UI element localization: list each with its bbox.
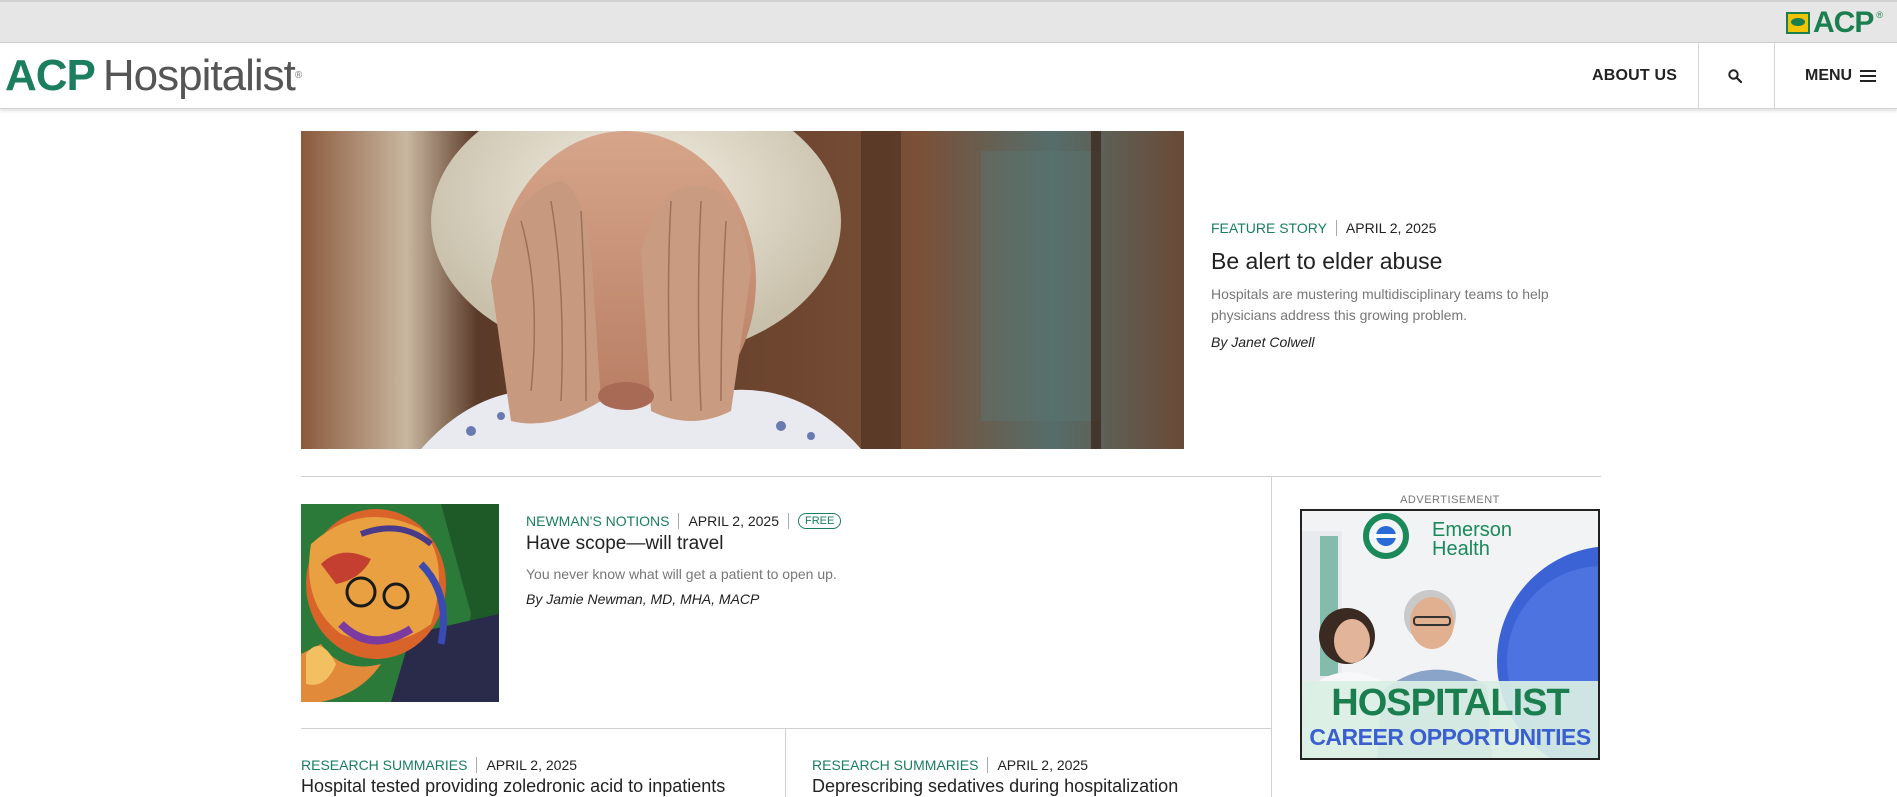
hero-title-link[interactable]: Be alert to elder abuse bbox=[1211, 246, 1601, 276]
acp-top-logo-text: ACP bbox=[1813, 6, 1874, 39]
research-category-link[interactable]: RESEARCH SUMMARIES bbox=[301, 757, 467, 773]
ad-brand: Emerson Health bbox=[1432, 520, 1512, 560]
meta-separator bbox=[1335, 220, 1337, 236]
research-category-link[interactable]: RESEARCH SUMMARIES bbox=[812, 757, 978, 773]
acp-top-logo[interactable]: ACP ® bbox=[1786, 6, 1883, 39]
meta-separator bbox=[987, 757, 989, 773]
article2-dek: You never know what will get a patient t… bbox=[526, 566, 837, 582]
meta-separator bbox=[678, 513, 680, 529]
research-meta: RESEARCH SUMMARIES APRIL 2, 2025 bbox=[301, 757, 725, 773]
elderly-woman-covering-face-image bbox=[301, 131, 1184, 449]
free-badge: FREE bbox=[798, 513, 842, 529]
site-header: ACP Hospitalist® ABOUT US MENU bbox=[0, 43, 1897, 109]
nav-divider bbox=[1774, 43, 1775, 109]
menu-label: MENU bbox=[1805, 67, 1853, 84]
hero-image[interactable] bbox=[301, 131, 1184, 449]
hero-meta: FEATURE STORY APRIL 2, 2025 bbox=[1211, 220, 1601, 236]
research-title-link[interactable]: Deprescribing sedatives during hospitali… bbox=[812, 776, 1178, 797]
research-column-divider bbox=[785, 728, 786, 797]
nav-about-us[interactable]: ABOUT US bbox=[1592, 67, 1677, 85]
site-logo-mark: ® bbox=[294, 70, 302, 81]
meta-separator bbox=[476, 757, 478, 773]
hero-date: APRIL 2, 2025 bbox=[1345, 220, 1437, 236]
ad-subhead: CAREER OPPORTUNITIES bbox=[1309, 724, 1591, 750]
research-date: APRIL 2, 2025 bbox=[486, 757, 578, 773]
ad-brand-line2: Health bbox=[1432, 538, 1490, 560]
article2-meta: NEWMAN'S NOTIONS APRIL 2, 2025 FREE bbox=[526, 513, 1086, 529]
article2-date: APRIL 2, 2025 bbox=[688, 513, 779, 529]
row-divider bbox=[301, 728, 1271, 729]
ad-label: ADVERTISEMENT bbox=[1400, 494, 1500, 506]
newman-article: NEWMAN'S NOTIONS APRIL 2, 2025 FREE Have… bbox=[526, 513, 1086, 607]
hero-category-link[interactable]: FEATURE STORY bbox=[1211, 220, 1327, 236]
research-item: RESEARCH SUMMARIES APRIL 2, 2025 Hospita… bbox=[301, 757, 725, 797]
site-logo-hospitalist: Hospitalist bbox=[102, 51, 296, 100]
acp-eagle-icon bbox=[1786, 12, 1811, 34]
newman-thumbnail[interactable] bbox=[301, 504, 499, 702]
column-divider bbox=[1271, 476, 1272, 797]
search-icon bbox=[1728, 69, 1742, 83]
research-item: RESEARCH SUMMARIES APRIL 2, 2025 Depresc… bbox=[812, 757, 1178, 797]
advertisement-banner[interactable]: Emerson Health HOSPITALIST CAREER OPPORT… bbox=[1300, 509, 1600, 760]
article2-title-link[interactable]: Have scope—will travel bbox=[526, 533, 1086, 555]
research-meta: RESEARCH SUMMARIES APRIL 2, 2025 bbox=[812, 757, 1178, 773]
site-logo-acp: ACP bbox=[5, 51, 96, 100]
section-divider bbox=[301, 476, 1601, 477]
search-button[interactable] bbox=[1717, 61, 1753, 91]
acp-top-logo-reg: ® bbox=[1876, 10, 1883, 20]
hamburger-icon bbox=[1860, 70, 1877, 82]
article2-category-link[interactable]: NEWMAN'S NOTIONS bbox=[526, 513, 669, 529]
article2-byline: By Jamie Newman, MD, MHA, MACP bbox=[526, 591, 760, 607]
research-date: APRIL 2, 2025 bbox=[997, 757, 1089, 773]
menu-button[interactable]: MENU bbox=[1805, 67, 1877, 85]
ad-headline: HOSPITALIST bbox=[1331, 682, 1569, 724]
nav-divider bbox=[1698, 43, 1699, 109]
hero-byline: By Janet Colwell bbox=[1211, 334, 1315, 350]
abstract-portrait-image bbox=[301, 504, 499, 702]
utility-bar: ACP ® bbox=[0, 0, 1897, 43]
hero-story: FEATURE STORY APRIL 2, 2025 Be alert to … bbox=[1211, 220, 1601, 350]
hero-dek: Hospitals are mustering multidisciplinar… bbox=[1211, 286, 1549, 323]
research-title-link[interactable]: Hospital tested providing zoledronic aci… bbox=[301, 776, 725, 797]
site-logo[interactable]: ACP Hospitalist® bbox=[5, 51, 302, 101]
meta-separator bbox=[788, 513, 789, 529]
